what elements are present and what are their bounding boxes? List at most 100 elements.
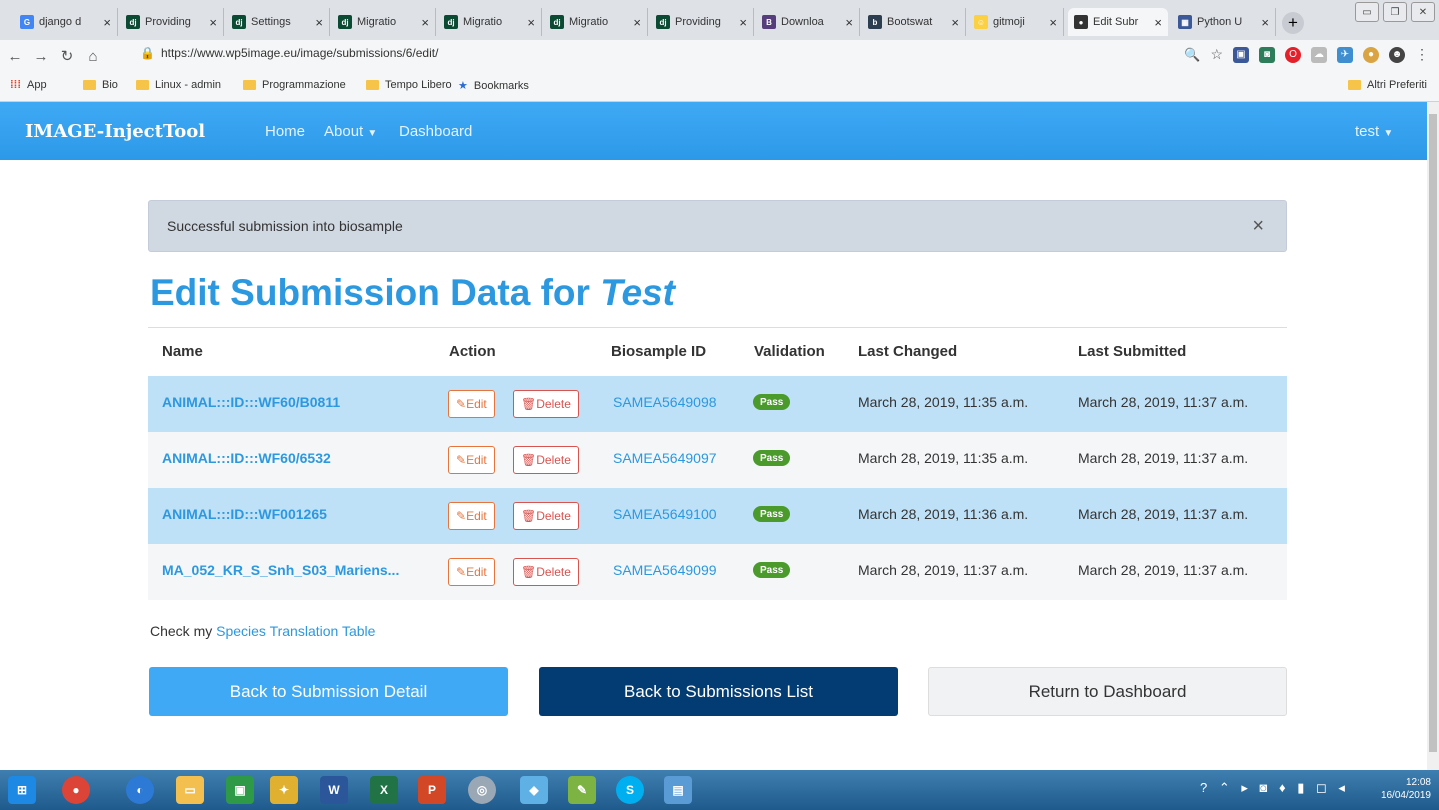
skype-icon[interactable]: S (616, 776, 644, 804)
user-menu[interactable]: test ▼ (1355, 123, 1393, 140)
chrome-icon[interactable]: ● (62, 776, 90, 804)
new-tab-button[interactable]: + (1282, 12, 1304, 34)
close-tab-icon[interactable]: × (421, 15, 429, 30)
star-icon[interactable]: ☆ (1210, 46, 1223, 63)
word-icon[interactable]: W (320, 776, 348, 804)
close-tab-icon[interactable]: × (951, 15, 959, 30)
scrollbar-thumb[interactable] (1429, 114, 1437, 752)
close-tab-icon[interactable]: × (845, 15, 853, 30)
last-submitted: March 28, 2019, 11:37 a.m. (1078, 506, 1249, 522)
bookmark-linux-admin[interactable]: Linux - admin (136, 79, 221, 91)
clock[interactable]: 12:08 16/04/2019 (1381, 776, 1431, 802)
store-icon[interactable]: ▣ (226, 776, 254, 804)
browser-tab[interactable]: dj Migratio × (544, 8, 648, 36)
app-icon[interactable]: ✦ (270, 776, 298, 804)
close-tab-icon[interactable]: × (103, 15, 111, 30)
start-windows-icon[interactable]: ⊞ (8, 776, 36, 804)
close-tab-icon[interactable]: × (1049, 15, 1057, 30)
row-name-link[interactable]: MA_052_KR_S_Snh_S03_Mariens... (162, 562, 399, 578)
biosample-id-link[interactable]: SAMEA5649100 (613, 506, 717, 522)
network-icon[interactable]: ◐ (126, 776, 154, 804)
delete-button[interactable]: 🗑 Delete (513, 446, 579, 474)
vpn-extension-icon[interactable]: ✈ (1337, 46, 1353, 63)
close-tab-icon[interactable]: × (315, 15, 323, 30)
bookmark-bio[interactable]: Bio (83, 79, 118, 91)
bookmark-other[interactable]: Altri Preferiti (1348, 79, 1427, 91)
browser-tab[interactable]: dj Providing × (120, 8, 224, 36)
edit-button[interactable]: ✎ Edit (448, 502, 495, 530)
bookmark-programmazione[interactable]: Programmazione (243, 79, 346, 91)
biosample-id-link[interactable]: SAMEA5649099 (613, 562, 717, 578)
delete-button[interactable]: 🗑 Delete (513, 502, 579, 530)
cookie-extension-icon[interactable]: ● (1363, 46, 1379, 63)
app-circle-icon[interactable]: ◎ (468, 776, 496, 804)
row-name-link[interactable]: ANIMAL:::ID:::WF001265 (162, 506, 327, 522)
row-name-link[interactable]: ANIMAL:::ID:::WF60/B0811 (162, 394, 340, 410)
browser-tab[interactable]: ☺ gitmoji × (968, 8, 1064, 36)
return-to-dashboard-button[interactable]: Return to Dashboard (928, 667, 1287, 716)
nav-dashboard-link[interactable]: Dashboard (399, 123, 472, 140)
close-window-icon[interactable]: ✕ (1411, 2, 1435, 22)
bookmark-tempo-libero[interactable]: Tempo Libero (366, 79, 452, 91)
col-action: Action (449, 343, 496, 360)
browser-tab[interactable]: B Downloa × (756, 8, 860, 36)
validation-badge: Pass (753, 562, 791, 578)
home-icon[interactable]: ⌂ (82, 48, 104, 65)
page-scrollbar[interactable] (1427, 102, 1439, 770)
table-row: ANIMAL:::ID:::WF60/6532 ✎ Edit 🗑 Delete SA… (148, 432, 1287, 488)
browser-tab[interactable]: dj Migratio × (332, 8, 436, 36)
edit-button[interactable]: ✎ Edit (448, 390, 495, 418)
browser-tab[interactable]: Gdjango d × (14, 8, 118, 36)
browser-tab[interactable]: b Bootswat × (862, 8, 966, 36)
screenshot-extension-icon[interactable]: ◙ (1259, 46, 1275, 63)
edit-button[interactable]: ✎ Edit (448, 446, 495, 474)
browser-tab[interactable]: ▦ Python U × (1172, 8, 1276, 36)
close-alert-icon[interactable]: × (1252, 215, 1264, 238)
browser-tab[interactable]: ● Edit Subr × (1068, 8, 1168, 36)
browser-tab[interactable]: dj Settings × (226, 8, 330, 36)
close-tab-icon[interactable]: × (527, 15, 535, 30)
restore-icon[interactable]: ❐ (1383, 2, 1407, 22)
profile-avatar-icon[interactable]: ☻ (1389, 46, 1405, 63)
edit-button[interactable]: ✎ Edit (448, 558, 495, 586)
powerpoint-icon[interactable]: P (418, 776, 446, 804)
pocket-extension-icon[interactable]: ▣ (1233, 46, 1249, 63)
back-arrow-icon[interactable]: ← (4, 48, 26, 65)
back-to-submission-detail-button[interactable]: Back to Submission Detail (149, 667, 508, 716)
biosample-id-link[interactable]: SAMEA5649098 (613, 394, 717, 410)
bookmark-bookmarks[interactable]: ★ Bookmarks (458, 79, 529, 93)
remote-desktop-icon[interactable]: ▤ (664, 776, 692, 804)
minimize-icon[interactable]: ▭ (1355, 2, 1379, 22)
delete-button[interactable]: 🗑 Delete (513, 390, 579, 418)
nav-about-link[interactable]: About ▼ (324, 123, 377, 140)
folder-icon (366, 80, 379, 90)
close-tab-icon[interactable]: × (633, 15, 641, 30)
page-title: Edit Submission Data for Test (150, 272, 675, 314)
menu-dots-icon[interactable]: ⋮ (1415, 46, 1429, 63)
forward-arrow-icon[interactable]: → (30, 48, 52, 65)
row-name-link[interactable]: ANIMAL:::ID:::WF60/6532 (162, 450, 331, 466)
app-paint-icon[interactable]: ✎ (568, 776, 596, 804)
reload-icon[interactable]: ↻ (56, 47, 78, 65)
google-icon: G (20, 15, 34, 29)
nav-home-link[interactable]: Home (265, 123, 305, 140)
browser-tab[interactable]: dj Migratio × (438, 8, 542, 36)
biosample-id-link[interactable]: SAMEA5649097 (613, 450, 717, 466)
app-bird-icon[interactable]: ◆ (520, 776, 548, 804)
species-translation-link[interactable]: Species Translation Table (216, 623, 375, 639)
close-tab-icon[interactable]: × (739, 15, 747, 30)
excel-icon[interactable]: X (370, 776, 398, 804)
close-tab-icon[interactable]: × (1154, 15, 1162, 30)
browser-tab[interactable]: dj Providing × (650, 8, 754, 36)
cloud-extension-icon[interactable]: ☁ (1311, 46, 1327, 63)
close-tab-icon[interactable]: × (1261, 15, 1269, 30)
close-tab-icon[interactable]: × (209, 15, 217, 30)
apps-bookmark[interactable]: ⁞⁞⁞ App (10, 79, 47, 91)
file-explorer-icon[interactable]: ▭ (176, 776, 204, 804)
delete-button[interactable]: 🗑 Delete (513, 558, 579, 586)
brand-logo[interactable]: IMAGE-InjectTool (25, 121, 205, 142)
zoom-icon[interactable]: 🔍 (1184, 47, 1200, 63)
opera-extension-icon[interactable]: O (1285, 46, 1301, 63)
back-to-submissions-list-button[interactable]: Back to Submissions List (539, 667, 898, 716)
url-field[interactable]: 🔒 https://www.wp5image.eu/image/submissio… (140, 46, 438, 60)
